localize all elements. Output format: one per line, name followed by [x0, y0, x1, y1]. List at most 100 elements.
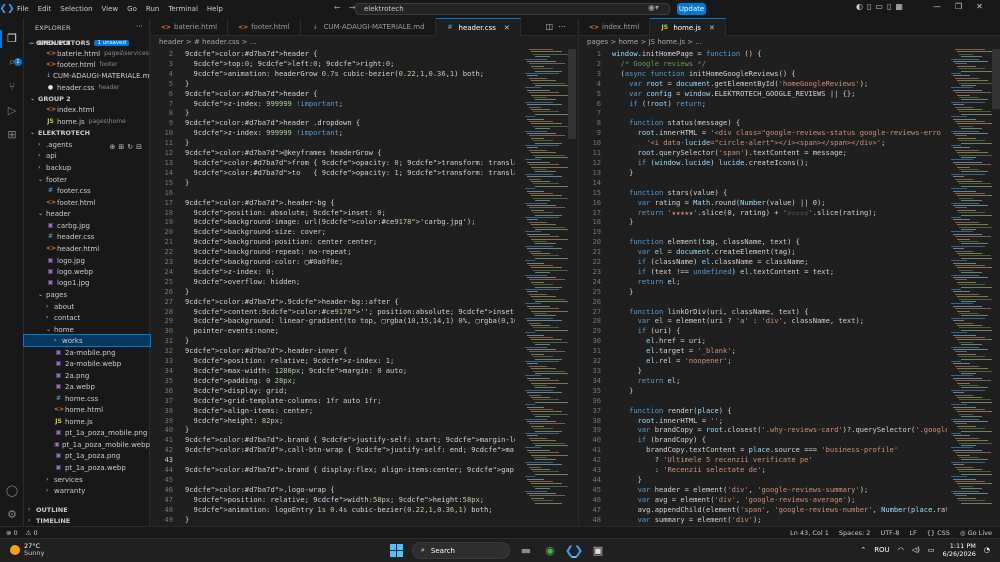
collapse-all-icon[interactable]: ⊟ [136, 143, 145, 151]
restore-icon[interactable]: ❐ [955, 2, 962, 11]
toggle-panel-icon[interactable]: ▭ [875, 2, 883, 11]
tree-row[interactable]: ● header.css header [24, 82, 150, 93]
new-folder-icon[interactable]: ⊞ [118, 143, 127, 151]
battery-icon[interactable]: ▭ [928, 546, 935, 554]
scrollbar-thumb[interactable] [568, 49, 576, 139]
tree-row[interactable]: ▣ pt_1a_poza_mobile.webp [24, 439, 150, 450]
run-debug-icon[interactable]: ▷ [4, 102, 20, 118]
breadcrumb[interactable]: header > # header.css > ... [159, 38, 256, 46]
menu-go[interactable]: Go [127, 5, 137, 13]
clock[interactable]: 1:11 PM 6/26/2026 [943, 542, 976, 558]
outline-header[interactable]: › OUTLINE [24, 504, 150, 515]
tree-row[interactable]: ↓ CUM-ADAUGI-MATERIALE.md... [24, 70, 150, 81]
refresh-icon[interactable]: ↻ [127, 143, 136, 151]
notifications-icon[interactable]: ◔ [984, 546, 990, 554]
tree-row[interactable]: <> header.html [24, 243, 150, 254]
tree-row[interactable]: ⌄ pages [24, 289, 150, 300]
tree-row[interactable]: <> index.html [24, 104, 150, 115]
split-editor-icon[interactable]: ◫ [545, 22, 558, 31]
scrollbar-thumb[interactable] [992, 49, 1000, 109]
tree-row[interactable]: › about [24, 301, 150, 312]
editor-tab[interactable]: <> baterie.html [151, 18, 229, 36]
status-item[interactable]: Spaces: 2 [839, 529, 871, 537]
status-item[interactable]: Ln 43, Col 1 [790, 529, 829, 537]
command-center-search[interactable]: elektrotech [355, 3, 670, 15]
tree-row[interactable]: ▣ pt_1a_poza.webp [24, 462, 150, 473]
menu-terminal[interactable]: Terminal [168, 5, 198, 13]
explorer-icon[interactable]: ❐ [4, 30, 20, 46]
breadcrumb[interactable]: pages > home > JS home.js > ... [587, 38, 702, 46]
tree-row[interactable]: › warranty [24, 485, 150, 496]
tree-row[interactable]: › api [24, 150, 150, 161]
more-actions-icon[interactable]: ⋯ [136, 22, 143, 30]
tree-row[interactable]: › backup [24, 162, 150, 173]
tree-row[interactable]: ⌄ GROUP 2 [24, 93, 150, 104]
menu-view[interactable]: View [102, 5, 119, 13]
tree-row[interactable]: ▣ 2a-mobile.png [24, 347, 150, 358]
customize-layout-icon[interactable]: ▦ [895, 2, 903, 11]
status-item[interactable]: UTF-8 [880, 529, 899, 537]
toggle-primary-sidebar-icon[interactable]: ▯ [867, 2, 871, 11]
toggle-secondary-sidebar-icon[interactable]: ▯ [887, 2, 891, 11]
menu-run[interactable]: Run [146, 5, 159, 13]
close-window-icon[interactable]: ✕ [976, 2, 983, 11]
chrome-icon[interactable]: ◉ [542, 543, 558, 559]
timeline-header[interactable]: › TIMELINE [24, 515, 150, 526]
taskbar-search[interactable]: ⌕ Search [412, 542, 510, 559]
tree-row[interactable]: ▣ 2a-mobile.webp [24, 358, 150, 369]
account-icon[interactable]: ◐ [856, 2, 863, 11]
code-area[interactable]: window.initHomePage = function () { /* G… [612, 49, 947, 525]
menu-help[interactable]: Help [207, 5, 223, 13]
tree-row[interactable]: ⌄ home [24, 324, 150, 335]
chevron-up-icon[interactable]: ⌃ [860, 546, 866, 554]
editor-tab[interactable]: # header.css ✕ [435, 18, 521, 36]
minimap[interactable] [525, 49, 574, 519]
status-item[interactable]: ◎ Go Live [960, 529, 992, 537]
tree-row[interactable]: ▣ carbg.jpg [24, 220, 150, 231]
windows-start-icon[interactable] [388, 543, 404, 559]
status-problems-item[interactable]: ⊗ 0 [6, 529, 18, 537]
tree-row[interactable]: ▣ logo.webp [24, 266, 150, 277]
tree-row[interactable]: <> home.html [24, 404, 150, 415]
menu-edit[interactable]: Edit [38, 5, 52, 13]
vertical-scrollbar[interactable] [568, 49, 576, 519]
status-item[interactable]: {} CSS [927, 529, 950, 537]
wifi-icon[interactable]: ◠ [898, 546, 904, 554]
tree-row[interactable]: ▣ 2a.png [24, 370, 150, 381]
tree-row[interactable]: ▣ pt_1a_poza.png [24, 450, 150, 461]
menu-file[interactable]: File [17, 5, 29, 13]
tree-row[interactable]: › works [23, 334, 151, 347]
file-explorer-icon[interactable]: ▬ [518, 543, 534, 559]
vertical-scrollbar[interactable] [992, 49, 1000, 519]
tree-row[interactable]: # home.css [24, 393, 150, 404]
tree-row[interactable]: ⌄ ELEKTROTECH [24, 127, 150, 138]
editor-tab[interactable]: <> index.html [579, 18, 651, 36]
extensions-icon[interactable]: ⊞ [4, 126, 20, 142]
tree-row[interactable]: ▣ 2a.webp [24, 381, 150, 392]
tree-row[interactable]: ▣ pt_1a_poza_mobile.png [24, 427, 150, 438]
tree-row[interactable]: <> baterie.html pages\services [24, 48, 150, 59]
tree-row[interactable]: ⌄ GROUP 1 [24, 37, 150, 48]
language-indicator[interactable]: ROU [874, 546, 890, 554]
search-icon[interactable]: ⌕ [4, 54, 20, 70]
status-problems-item[interactable]: ⚠ 0 [26, 529, 38, 537]
tree-row[interactable]: JS home.js pages\home [24, 116, 150, 127]
volume-icon[interactable]: ◁) [912, 546, 920, 554]
terminal-icon[interactable]: ▣ [590, 543, 606, 559]
close-icon[interactable]: ✕ [709, 24, 715, 32]
editor-tab[interactable]: JS home.js ✕ [650, 18, 726, 36]
tree-row[interactable]: › services [24, 474, 150, 485]
update-button[interactable]: Update [677, 3, 706, 15]
copilot-icon[interactable]: ◉▾ [648, 3, 659, 12]
more-actions-icon[interactable]: ⋯ [558, 22, 571, 31]
tree-row[interactable]: # header.css [24, 231, 150, 242]
editor-tab[interactable]: ↓ CUM-ADAUGI-MATERIALE.md [301, 18, 436, 36]
tree-row[interactable]: # footer.css [24, 185, 150, 196]
menu-selection[interactable]: Selection [60, 5, 92, 13]
weather-widget[interactable]: 27°C Sunny [10, 543, 44, 557]
account-icon[interactable]: ◯ [4, 482, 20, 498]
tree-row[interactable]: <> footer.html footer [24, 59, 150, 70]
tree-row[interactable]: <> footer.html [24, 197, 150, 208]
tree-row[interactable]: › contact [24, 312, 150, 323]
tree-row[interactable]: ▣ logo.jpg [24, 255, 150, 266]
